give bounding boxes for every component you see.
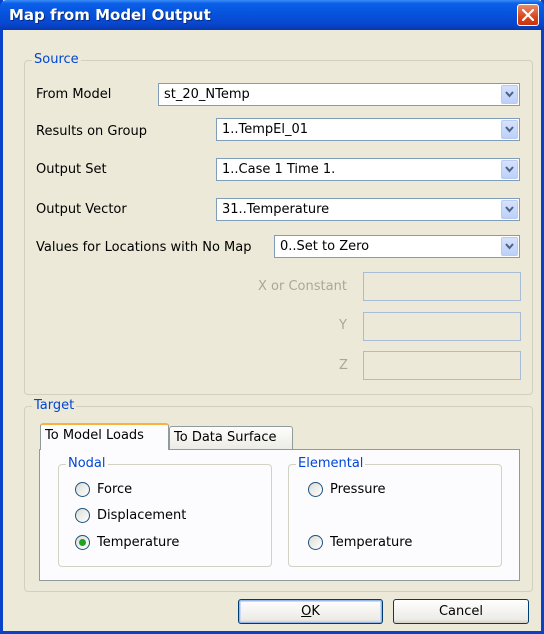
output-vector-select[interactable]: 31..Temperature — [216, 198, 520, 221]
y-label: Y — [339, 318, 347, 333]
elemental-group: Elemental — [288, 456, 502, 567]
from-model-label: From Model — [36, 87, 112, 102]
nodal-force-radio[interactable] — [75, 482, 90, 497]
output-set-select[interactable]: 1..Case 1 Time 1. — [216, 158, 520, 181]
from-model-select[interactable]: st_20_NTemp — [158, 83, 520, 106]
results-on-group-select[interactable]: 1..TempEl_01 — [216, 118, 520, 141]
nodal-temperature-radio[interactable] — [75, 535, 90, 550]
tab-to-data-surface[interactable]: To Data Surface — [169, 426, 293, 450]
window-title: Map from Model Output — [9, 6, 211, 24]
elemental-temperature-label: Temperature — [330, 535, 413, 550]
from-model-dropdown-button[interactable] — [501, 85, 518, 104]
y-field[interactable] — [363, 312, 521, 341]
output-vector-value: 31..Temperature — [222, 202, 330, 217]
from-model-value: st_20_NTemp — [164, 87, 250, 102]
elemental-pressure-radio[interactable] — [308, 482, 323, 497]
results-on-group-label: Results on Group — [36, 124, 147, 139]
nodal-legend: Nodal — [66, 456, 108, 472]
output-set-dropdown-button[interactable] — [501, 160, 518, 179]
z-field[interactable] — [363, 351, 521, 380]
target-legend: Target — [32, 398, 77, 414]
no-map-label: Values for Locations with No Map — [36, 240, 252, 255]
tab-to-model-loads[interactable]: To Model Loads — [40, 423, 169, 450]
x-constant-label: X or Constant — [258, 279, 347, 294]
z-label: Z — [339, 358, 348, 373]
title-bar: Map from Model Output — [0, 0, 544, 30]
output-vector-dropdown-button[interactable] — [501, 200, 518, 219]
dialog-window: Map from Model Output Source From Model … — [0, 0, 544, 634]
results-on-group-dropdown-button[interactable] — [501, 120, 518, 139]
nodal-temperature-label: Temperature — [97, 535, 180, 550]
ok-button[interactable]: OK — [238, 599, 383, 624]
elemental-temperature-radio[interactable] — [308, 535, 323, 550]
output-set-value: 1..Case 1 Time 1. — [222, 162, 336, 177]
ok-rest: K — [311, 604, 320, 619]
tab-to-data-surface-label: To Data Surface — [174, 430, 277, 445]
nodal-displacement-radio[interactable] — [75, 508, 90, 523]
close-button[interactable] — [517, 4, 539, 26]
no-map-value: 0..Set to Zero — [280, 239, 370, 254]
results-on-group-value: 1..TempEl_01 — [222, 122, 309, 137]
source-group: Source — [24, 52, 533, 395]
output-set-label: Output Set — [36, 162, 107, 177]
elemental-legend: Elemental — [296, 456, 366, 472]
cancel-label: Cancel — [438, 604, 484, 619]
nodal-force-label: Force — [97, 482, 133, 497]
no-map-dropdown-button[interactable] — [501, 237, 518, 256]
elemental-pressure-label: Pressure — [330, 482, 386, 497]
radio-selected-dot — [79, 539, 86, 546]
x-constant-field[interactable] — [363, 272, 521, 301]
source-legend: Source — [32, 52, 81, 68]
tab-to-model-loads-label: To Model Loads — [45, 428, 144, 443]
cancel-button[interactable]: Cancel — [393, 599, 529, 624]
output-vector-label: Output Vector — [36, 202, 127, 217]
ok-mnemonic: O — [301, 604, 312, 619]
nodal-displacement-label: Displacement — [97, 508, 187, 523]
no-map-select[interactable]: 0..Set to Zero — [274, 235, 520, 258]
